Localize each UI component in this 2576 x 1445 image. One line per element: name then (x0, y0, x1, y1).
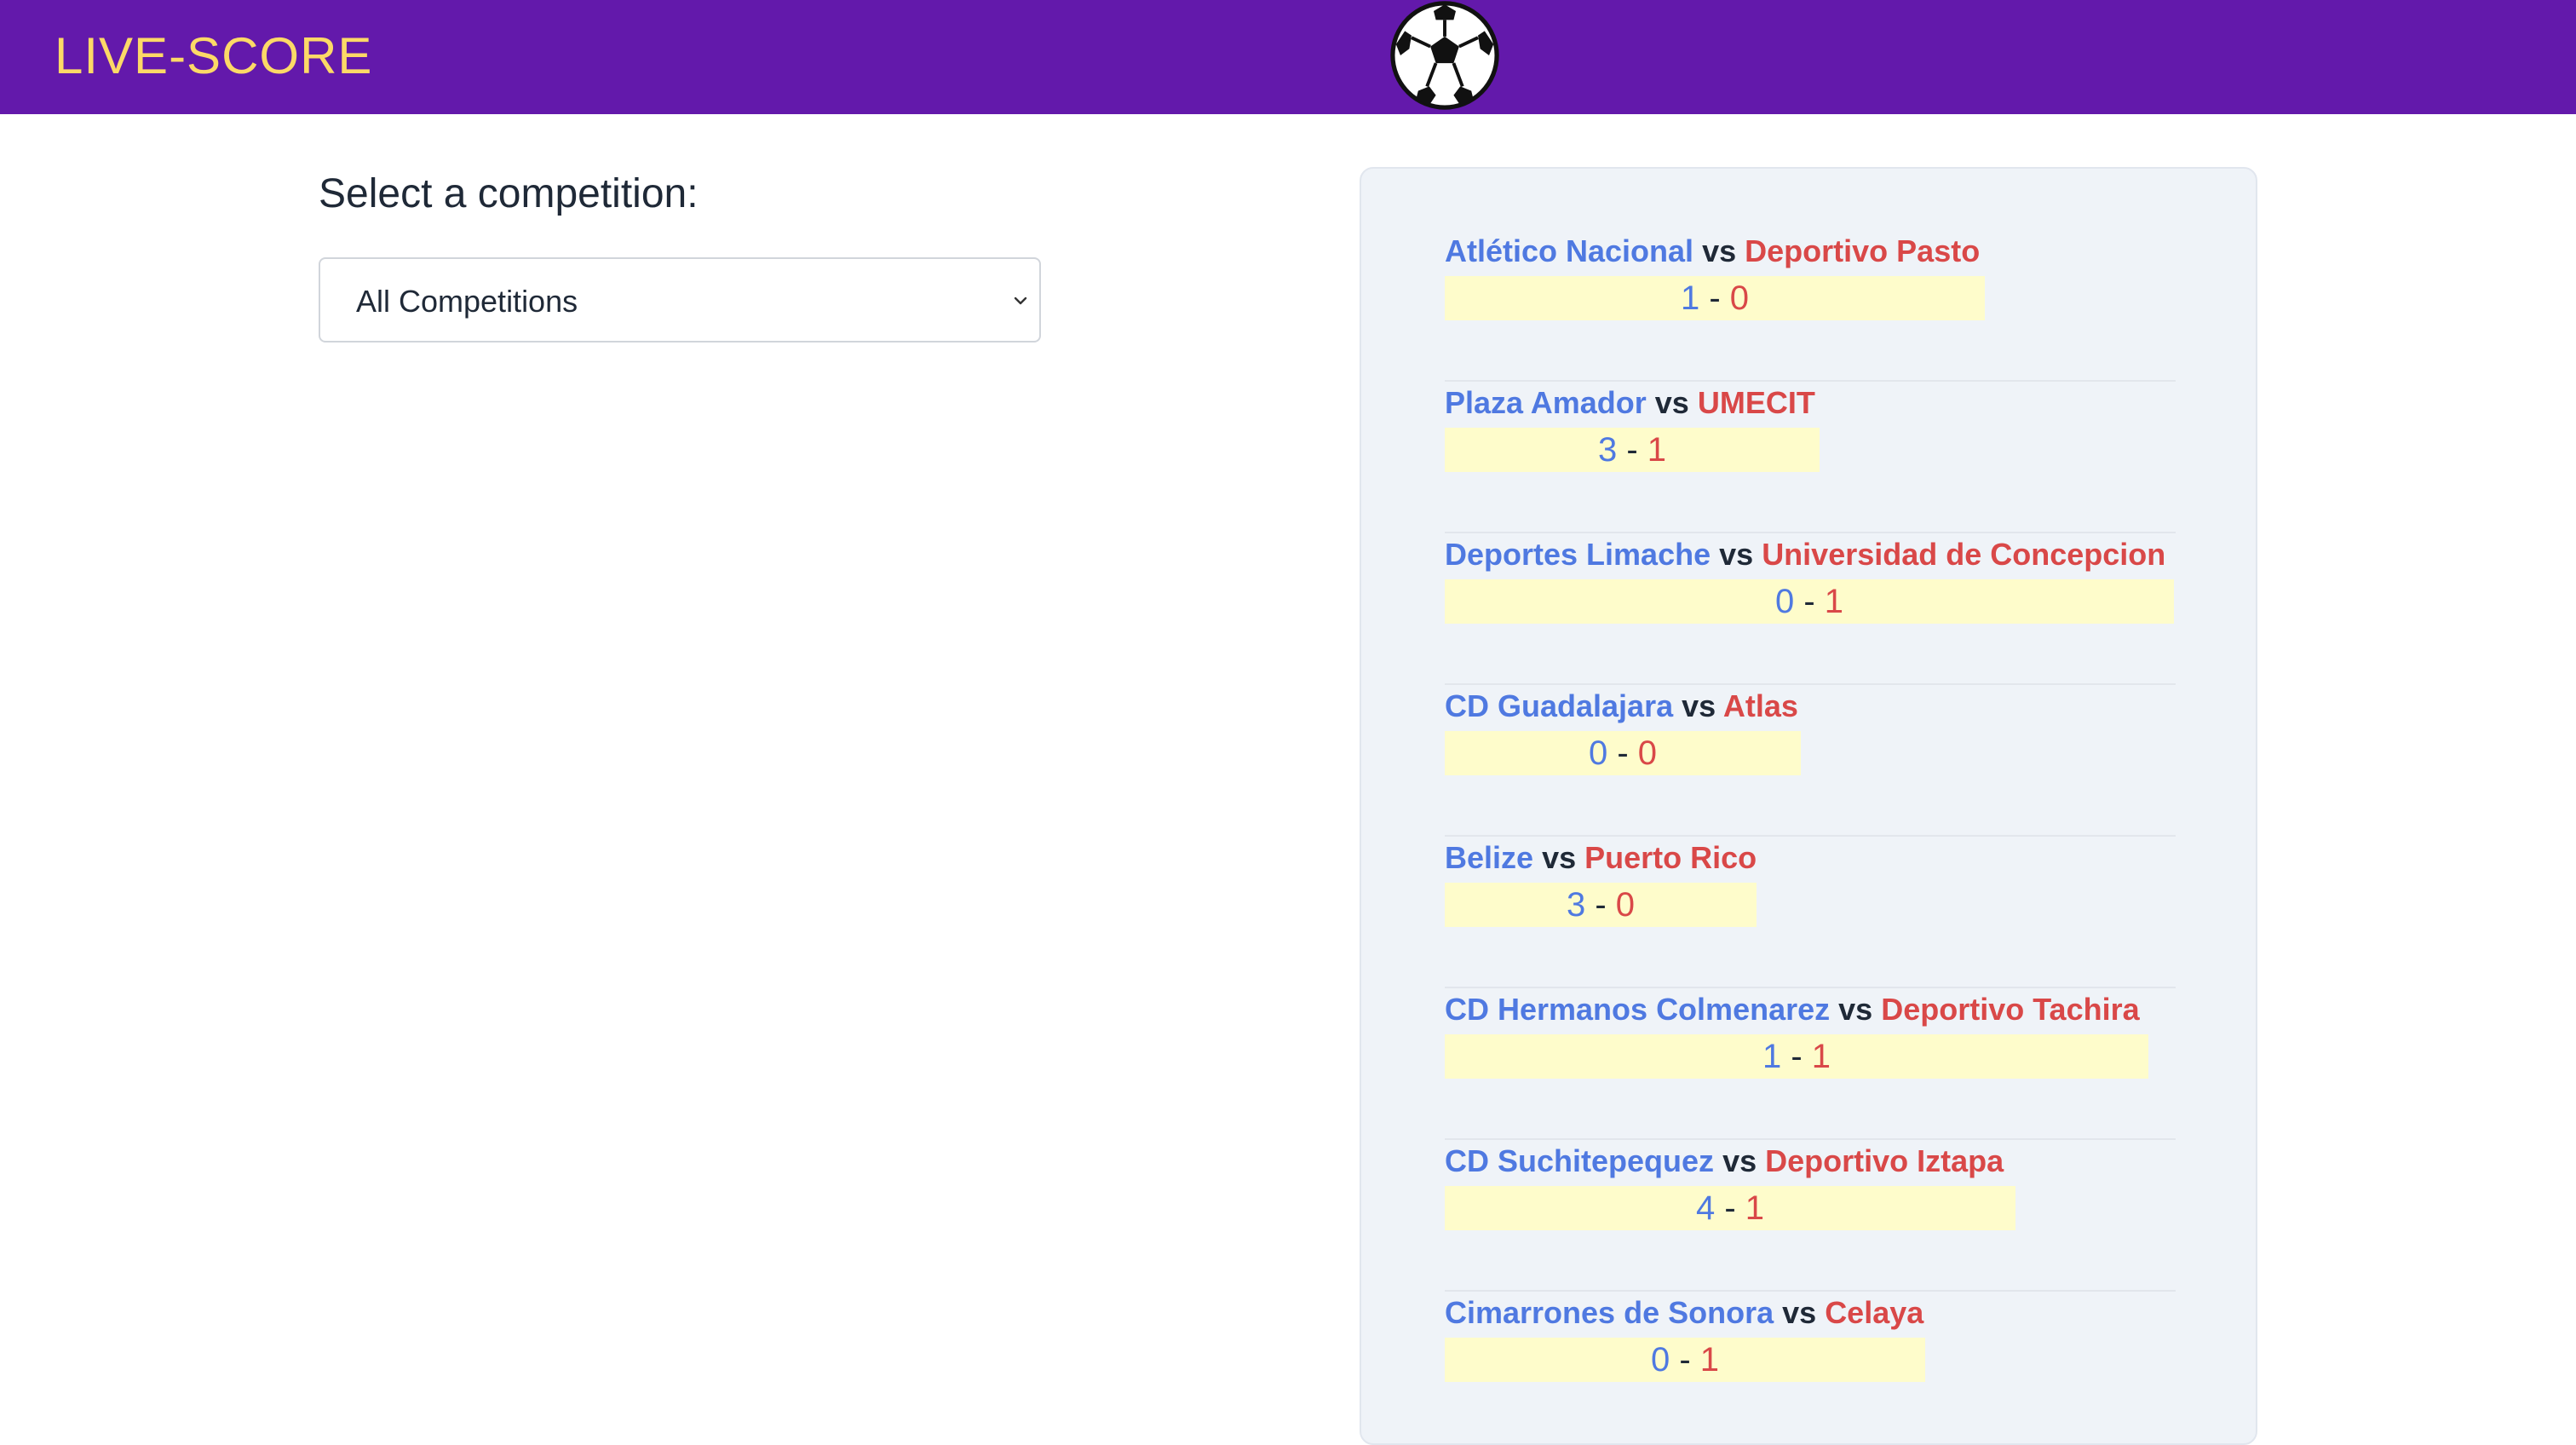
vs-label: vs (1542, 840, 1577, 875)
match-teams: Plaza Amador vs UMECIT (1445, 382, 2176, 424)
score-separator: - (1626, 431, 1638, 469)
match-item[interactable]: CD Suchitepequez vs Deportivo Iztapa 4 -… (1445, 1140, 2176, 1292)
away-score: 0 (1729, 279, 1750, 317)
score-separator: - (1709, 279, 1721, 317)
away-team: Puerto Rico (1584, 840, 1757, 875)
score-separator: - (1803, 583, 1815, 620)
away-score: 1 (1699, 1341, 1720, 1379)
competition-select-value: All Competitions (356, 284, 578, 319)
vs-label: vs (1782, 1295, 1817, 1330)
vs-label: vs (1722, 1143, 1757, 1178)
soccer-ball-icon (1390, 1, 1499, 110)
match-teams: Deportes Limache vs Universidad de Conce… (1445, 533, 2176, 576)
score-bar: 3 - 1 (1445, 428, 1820, 472)
away-team: UMECIT (1697, 385, 1815, 420)
away-score: 1 (1824, 583, 1844, 620)
home-score: 4 (1695, 1189, 1716, 1227)
away-score: 0 (1615, 886, 1636, 924)
vs-label: vs (1682, 688, 1716, 723)
match-list-panel: Atlético Nacional vs Deportivo Pasto 1 -… (1360, 167, 2257, 1445)
score-bar: 4 - 1 (1445, 1186, 2015, 1230)
home-score: 0 (1588, 734, 1608, 772)
score-bar: 0 - 1 (1445, 1338, 1925, 1382)
score-separator: - (1679, 1341, 1691, 1379)
vs-label: vs (1702, 233, 1737, 268)
competition-select-label: Select a competition: (319, 171, 699, 216)
home-team: Plaza Amador (1445, 385, 1647, 420)
home-team: CD Suchitepequez (1445, 1143, 1715, 1178)
home-score: 1 (1680, 279, 1700, 317)
match-item[interactable]: Atlético Nacional vs Deportivo Pasto 1 -… (1445, 230, 2176, 382)
away-team: Celaya (1825, 1295, 1924, 1330)
home-team: Deportes Limache (1445, 537, 1711, 572)
match-teams: CD Guadalajara vs Atlas (1445, 685, 2176, 728)
score-bar: 0 - 1 (1445, 579, 2174, 624)
score-bar: 1 - 0 (1445, 276, 1985, 320)
match-item[interactable]: Belize vs Puerto Rico 3 - 0 (1445, 837, 2176, 988)
app-title[interactable]: LIVE-SCORE (55, 24, 372, 89)
home-team: Cimarrones de Sonora (1445, 1295, 1774, 1330)
home-team: CD Hermanos Colmenarez (1445, 992, 1831, 1027)
score-bar: 1 - 1 (1445, 1034, 2148, 1079)
home-team: Atlético Nacional (1445, 233, 1694, 268)
match-teams: Cimarrones de Sonora vs Celaya (1445, 1292, 2176, 1334)
match-item[interactable]: Deportes Limache vs Universidad de Conce… (1445, 533, 2176, 685)
chevron-down-icon (1014, 296, 1027, 305)
score-separator: - (1595, 886, 1607, 924)
vs-label: vs (1719, 537, 1754, 572)
home-score: 3 (1566, 886, 1586, 924)
match-teams: CD Hermanos Colmenarez vs Deportivo Tach… (1445, 988, 2176, 1031)
match-item[interactable]: CD Hermanos Colmenarez vs Deportivo Tach… (1445, 988, 2176, 1140)
home-team: Belize (1445, 840, 1534, 875)
home-team: CD Guadalajara (1445, 688, 1674, 723)
vs-label: vs (1654, 385, 1689, 420)
competition-filter-section: Select a competition: All Competitions (319, 167, 1043, 343)
away-score: 1 (1745, 1189, 1765, 1227)
home-score: 0 (1650, 1341, 1670, 1379)
top-nav-bar: LIVE-SCORE (0, 0, 2576, 114)
score-bar: 3 - 0 (1445, 883, 1757, 927)
score-separator: - (1791, 1038, 1803, 1075)
home-score: 3 (1597, 431, 1618, 469)
away-team: Deportivo Iztapa (1765, 1143, 2004, 1178)
away-team: Universidad de Concepcion (1762, 537, 2166, 572)
away-score: 1 (1647, 431, 1667, 469)
away-team: Deportivo Tachira (1881, 992, 2140, 1027)
away-score: 1 (1811, 1038, 1831, 1075)
vs-label: vs (1838, 992, 1873, 1027)
away-team: Deportivo Pasto (1745, 233, 1981, 268)
match-teams: Belize vs Puerto Rico (1445, 837, 2176, 879)
match-item[interactable]: Plaza Amador vs UMECIT 3 - 1 (1445, 382, 2176, 533)
away-team: Atlas (1722, 688, 1798, 723)
match-item[interactable]: CD Guadalajara vs Atlas 0 - 0 (1445, 685, 2176, 837)
score-bar: 0 - 0 (1445, 731, 1801, 775)
match-teams: Atlético Nacional vs Deportivo Pasto (1445, 230, 2176, 273)
home-score: 1 (1762, 1038, 1782, 1075)
match-teams: CD Suchitepequez vs Deportivo Iztapa (1445, 1140, 2176, 1183)
competition-select[interactable]: All Competitions (319, 257, 1041, 343)
score-separator: - (1617, 734, 1629, 772)
match-item[interactable]: Cimarrones de Sonora vs Celaya 0 - 1 (1445, 1292, 2176, 1443)
score-separator: - (1724, 1189, 1736, 1227)
away-score: 0 (1637, 734, 1658, 772)
home-score: 0 (1774, 583, 1795, 620)
